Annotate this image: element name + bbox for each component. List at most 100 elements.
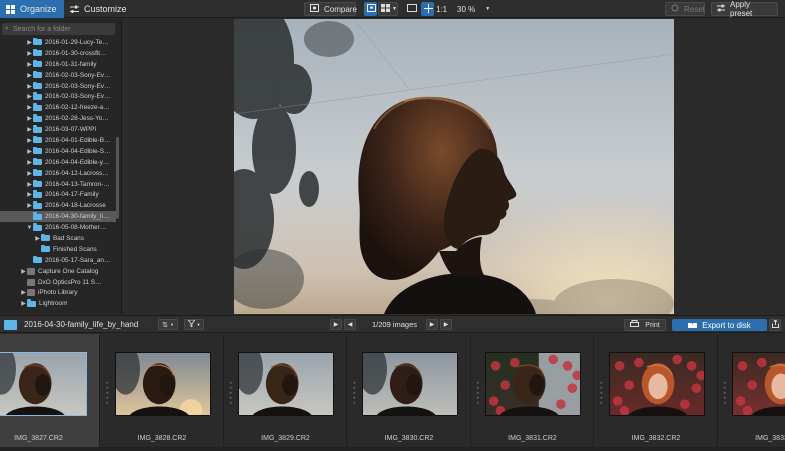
- move-icon: [424, 3, 433, 15]
- disclosure-closed-icon[interactable]: ▶: [26, 202, 33, 209]
- folder-item[interactable]: ▶ 2016-02-12-freeze-a…: [0, 102, 116, 113]
- disclosure-closed-icon[interactable]: ▶: [26, 126, 33, 133]
- compare-label: Compare: [324, 4, 357, 14]
- disclosure-closed-icon[interactable]: ▶: [26, 148, 33, 155]
- folder-item[interactable]: ▶ 2016-02-28-Jess-Yo…: [0, 113, 116, 124]
- search-placeholder: Search for a folder: [13, 25, 71, 33]
- filmstrip-thumbnail[interactable]: ★ ★ ★ ★ ★ IMG_3831.CR2: [472, 334, 594, 447]
- print-label: Print: [645, 321, 660, 329]
- rating-stars-icon[interactable]: ★ ★ ★ ★ ★: [723, 380, 727, 405]
- folder-item[interactable]: ▶ 2016-02-03-Sony-Ev…: [0, 91, 116, 102]
- disclosure-closed-icon[interactable]: ▶: [20, 300, 27, 307]
- rating-stars-icon[interactable]: ★ ★ ★ ★ ★: [106, 380, 110, 405]
- filmstrip-thumbnail[interactable]: ★★★★★IMG_3827.CR2: [0, 334, 100, 447]
- folder-item[interactable]: ▼ 2016-05-08-Mother…: [0, 222, 116, 233]
- disclosure-closed-icon[interactable]: ▶: [26, 72, 33, 79]
- folder-label: 2016-04-12-Lacross…: [45, 169, 109, 177]
- folder-item[interactable]: ▶ Bad Scans: [0, 233, 116, 244]
- print-icon: [630, 320, 640, 330]
- sort-button[interactable]: ⇅ ▼: [158, 319, 178, 330]
- filmstrip-thumbnail[interactable]: ★ ★ ★ ★ ★ IMG_3829.CR2: [225, 334, 347, 447]
- disclosure-closed-icon[interactable]: ▶: [26, 50, 33, 57]
- folder-item[interactable]: 2016-05-17-Sara_an…: [0, 255, 116, 266]
- rating-stars-icon[interactable]: ★ ★ ★ ★ ★: [476, 380, 480, 405]
- tab-customize[interactable]: Customize: [64, 0, 134, 18]
- folder-item[interactable]: ▶ 2016-04-18-Lacrosse: [0, 200, 116, 211]
- zoom-1to1-button[interactable]: 1:1: [435, 2, 449, 16]
- filmstrip-thumbnail[interactable]: ★★★★★ IMG_3833.CR2: [719, 334, 785, 447]
- folder-item[interactable]: ▶ 2016-01-31-family: [0, 59, 116, 70]
- folder-item[interactable]: ▶ 2016-04-04-Edible-y…: [0, 157, 116, 168]
- folder-item[interactable]: Finished Scans: [0, 244, 116, 255]
- folder-item[interactable]: ▶ 2016-04-17-Family: [0, 189, 116, 200]
- folder-item[interactable]: ▶ 2016-04-01-Edible-B…: [0, 135, 116, 146]
- apply-preset-button[interactable]: Apply preset: [711, 0, 778, 18]
- folder-search-input[interactable]: ⌕ Search for a folder: [2, 23, 115, 35]
- disclosure-closed-icon[interactable]: ▶: [26, 191, 33, 198]
- single-view-button[interactable]: [364, 2, 377, 16]
- disclosure-closed-icon[interactable]: ▶: [26, 39, 33, 46]
- rating-stars-icon[interactable]: ★ ★ ★ ★ ★: [353, 380, 357, 405]
- disclosure-open-icon[interactable]: ▼: [26, 225, 33, 231]
- compare-icon: [310, 4, 319, 14]
- folder-icon: [41, 244, 50, 253]
- folder-icon: [33, 157, 42, 166]
- folder-item[interactable]: ▶ 2016-02-03-Sony-Ev…: [0, 81, 116, 92]
- thumbnail-filename: IMG_3829.CR2: [261, 435, 310, 442]
- disclosure-closed-icon[interactable]: ▶: [26, 83, 33, 90]
- disclosure-closed-icon[interactable]: ▶: [26, 137, 33, 144]
- folder-item[interactable]: ▶ 2016-04-13-Tamron-…: [0, 179, 116, 190]
- compare-button[interactable]: Compare: [304, 2, 357, 16]
- folder-item[interactable]: ▶ iPhoto Library: [0, 287, 116, 298]
- disclosure-closed-icon[interactable]: ▶: [26, 170, 33, 177]
- folder-item[interactable]: ▶ 2016-02-03-Sony-Ev…: [0, 70, 116, 81]
- folder-item[interactable]: 2016-04-30-family_li…: [0, 211, 116, 223]
- export-to-disk-button[interactable]: Export to disk: [672, 319, 767, 331]
- disclosure-closed-icon[interactable]: ▶: [34, 235, 41, 242]
- reset-button[interactable]: Reset: [665, 2, 705, 16]
- folder-item[interactable]: ▶ 2016-04-12-Lacross…: [0, 168, 116, 179]
- disclosure-closed-icon[interactable]: ▶: [26, 181, 33, 188]
- zoom-select[interactable]: 30 % ▼: [452, 2, 496, 16]
- print-button[interactable]: Print: [624, 319, 666, 331]
- first-image-button[interactable]: ▶︎: [330, 319, 342, 330]
- folder-item[interactable]: ▶ 2016-03-07-WPPI: [0, 124, 116, 135]
- rating-stars-icon[interactable]: ★ ★ ★ ★ ★: [600, 380, 604, 405]
- folder-label: iPhoto Library: [38, 289, 78, 297]
- folder-item[interactable]: DxO OpticsPro 11 S…: [0, 277, 116, 288]
- reset-label: Reset: [684, 4, 705, 14]
- disclosure-closed-icon[interactable]: ▶: [26, 104, 33, 111]
- last-image-button[interactable]: ▶: [440, 319, 452, 330]
- disclosure-closed-icon[interactable]: ▶: [26, 115, 33, 122]
- sidebar-scrollbar[interactable]: [116, 137, 119, 219]
- filmstrip-thumbnail[interactable]: ★ ★ ★ ★ ★ IMG_3830.CR2: [349, 334, 471, 447]
- tab-organize[interactable]: Organize: [0, 0, 64, 18]
- folder-tree: ▶ 2016-01-29-Lucy-Te… ▶ 2016-01-30-crossfit…: [0, 37, 116, 309]
- library-icon: [27, 267, 35, 275]
- filmstrip-thumbnail[interactable]: ★ ★ ★ ★ ★ IMG_3828.CR2: [102, 334, 224, 447]
- folder-item[interactable]: ▶ 2016-04-04-Edible-S…: [0, 146, 116, 157]
- filmstrip-scrollbar[interactable]: [0, 447, 785, 451]
- move-button[interactable]: [421, 2, 434, 16]
- share-button[interactable]: [769, 319, 781, 331]
- folder-item[interactable]: ▶ 2016-01-29-Lucy-Te…: [0, 37, 116, 48]
- disclosure-closed-icon[interactable]: ▶: [20, 268, 27, 275]
- next-image-button[interactable]: ▶: [426, 319, 438, 330]
- main-photo[interactable]: [234, 19, 674, 314]
- folder-item[interactable]: ▶ 2016-01-30-crossfit…: [0, 48, 116, 59]
- previous-image-button[interactable]: ◀: [344, 319, 356, 330]
- filter-button[interactable]: ▼: [184, 319, 204, 330]
- folder-item[interactable]: ▶ Lightroom: [0, 298, 116, 309]
- filmstrip-thumbnail[interactable]: ★ ★ ★ ★ ★ IMG_3832.CR2: [596, 334, 718, 447]
- crop-button[interactable]: [405, 2, 419, 16]
- disclosure-closed-icon[interactable]: ▶: [20, 289, 27, 296]
- disclosure-closed-icon[interactable]: ▶: [26, 61, 33, 68]
- folder-icon: [33, 255, 42, 264]
- multi-view-button[interactable]: ▼: [378, 2, 398, 16]
- disclosure-closed-icon[interactable]: ▶: [26, 159, 33, 166]
- rating-stars-icon[interactable]: ★ ★ ★ ★ ★: [229, 380, 233, 405]
- chevron-down-icon: ▼: [485, 6, 491, 12]
- disclosure-closed-icon[interactable]: ▶: [26, 93, 33, 100]
- search-icon: ⌕: [5, 25, 9, 32]
- folder-item[interactable]: ▶ Capture One Catalog: [0, 266, 116, 277]
